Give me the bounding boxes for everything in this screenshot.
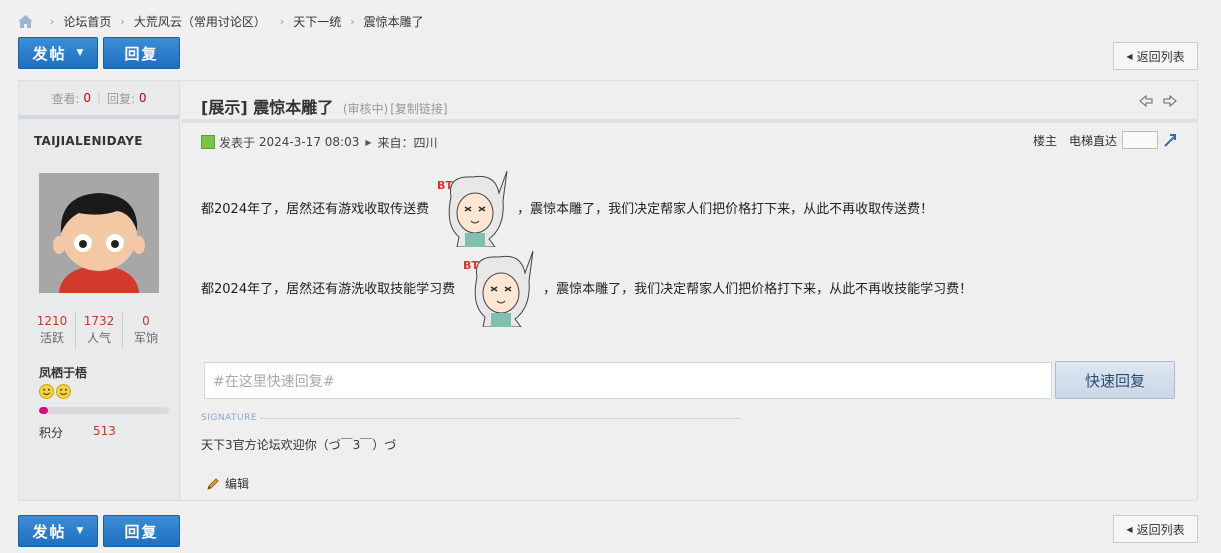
caret-down-icon: ▼: [76, 48, 84, 58]
chevron-right-icon: ›: [120, 14, 125, 28]
new-post-button[interactable]: 发帖 ▼: [18, 37, 98, 69]
avatar[interactable]: [39, 173, 159, 293]
replies-count: 0: [138, 91, 147, 105]
back-to-list-label: 返回列表: [1136, 522, 1185, 537]
quick-reply-input[interactable]: #在这里快速回复#: [204, 362, 1052, 399]
smiley-icon: [39, 384, 54, 399]
triangle-right-icon: ▶: [365, 137, 372, 147]
paragraph-text: ，震惊本雕了，我们决定帮家人们把价格打下来，从此不再收技能学习费！: [543, 281, 973, 297]
points-row: 积分 513: [39, 424, 116, 441]
prev-thread-icon[interactable]: [1139, 95, 1153, 107]
post-content: [展示] 震惊本雕了 (审核中) [复制链接] 发表于 2024-3-17 08:…: [181, 81, 1197, 500]
level-progress-bar: [39, 407, 169, 414]
post-paragraph: 都2024年了，居然还有游洗收取技能学习费 BTE ，震惊本雕了，我们决定帮家人…: [201, 247, 972, 327]
points-value: 513: [93, 424, 116, 438]
page: › 论坛首页 › 大荒风云（常用讨论区） › 天下一统 › 震惊本雕了 发帖 ▼ …: [0, 0, 1221, 553]
reply-label: 回复: [124, 44, 159, 63]
quick-reply-button[interactable]: 快速回复: [1055, 361, 1175, 399]
stat-active[interactable]: 1210 活跃: [29, 313, 76, 349]
chevron-right-icon: ›: [350, 14, 355, 28]
elevator-label: 电梯直达: [1068, 133, 1117, 148]
title-row: [展示] 震惊本雕了 (审核中) [复制链接]: [181, 81, 1197, 123]
paragraph-text: ，震惊本雕了，我们决定帮家人们把价格打下来，从此不再收取传送费！: [517, 201, 934, 217]
views-count: 0: [83, 91, 91, 105]
posted-label: 发表于: [219, 135, 256, 150]
breadcrumb-item-board[interactable]: 天下一统: [293, 13, 341, 30]
stat-value: 1210: [36, 314, 68, 328]
author-name[interactable]: TAIJIALENIDAYE: [34, 134, 143, 148]
thread-title-text: 震惊本雕了: [253, 98, 334, 117]
stat-label: 军饷: [133, 331, 158, 345]
stat-popularity[interactable]: 1732 人气: [76, 313, 123, 349]
signature-label-text: SIGNATURE: [201, 413, 258, 423]
new-post-label: 发帖: [32, 44, 67, 63]
floor-label: 楼主: [1032, 133, 1057, 148]
back-to-list-button[interactable]: ◀ 返回列表: [1113, 42, 1198, 70]
review-status: (审核中): [342, 102, 389, 116]
next-thread-icon[interactable]: [1163, 95, 1177, 107]
smiley-icon: [56, 384, 71, 399]
home-icon[interactable]: [18, 14, 33, 28]
replies-label: 回复:: [107, 91, 136, 106]
thread-title: [展示] 震惊本雕了 (审核中) [复制链接]: [201, 94, 448, 118]
thread-nav: [1139, 95, 1177, 107]
signature-label: SIGNATURE: [201, 413, 742, 423]
breadcrumb-item-forum[interactable]: 大荒风云（常用讨论区）: [134, 13, 266, 30]
quick-reply-label: 快速回复: [1084, 371, 1145, 390]
stat-value: 0: [142, 314, 150, 328]
points-label: 积分: [39, 426, 64, 440]
level-icons: [39, 384, 71, 399]
jump-arrow-icon[interactable]: [1163, 133, 1177, 147]
chevron-right-icon: ›: [50, 14, 55, 28]
user-group[interactable]: 凤栖于梧: [39, 364, 87, 381]
breadcrumb-item-home[interactable]: 论坛首页: [63, 13, 111, 30]
divider: [261, 417, 742, 419]
signature-text: 天下3官方论坛欢迎你（づ￣3￣）づ: [201, 438, 397, 452]
level-progress-fill: [39, 407, 49, 414]
new-post-label: 发帖: [32, 522, 67, 541]
stat-label: 活跃: [39, 331, 64, 345]
reply-button-bottom[interactable]: 回复: [103, 515, 180, 547]
stat-value: 1732: [83, 314, 115, 328]
reply-button[interactable]: 回复: [103, 37, 180, 69]
post-paragraph: 都2024年了，居然还有游戏收取传送费 BTE ，震惊本雕了，我们决定帮家人们把…: [201, 167, 933, 247]
quick-reply-placeholder: #在这里快速回复#: [213, 373, 335, 390]
floor-controls: 楼主 电梯直达: [1033, 131, 1177, 149]
new-post-button-bottom[interactable]: 发帖 ▼: [18, 515, 98, 547]
back-to-list-button-bottom[interactable]: ◀ 返回列表: [1113, 515, 1198, 543]
breadcrumb: › 论坛首页 › 大荒风云（常用讨论区） › 天下一统 › 震惊本雕了: [18, 12, 424, 30]
stat-label: 人气: [86, 331, 111, 345]
copy-link[interactable]: [复制链接]: [390, 102, 447, 116]
source-label: 来自：: [377, 135, 414, 150]
post-meta: 发表于 2024-3-17 08:03 ▶ 来自： 四川: [201, 133, 438, 151]
author-sidebar: 查看: 0 | 回复: 0 TAIJIALENIDAYE 1210 活跃 173…: [19, 81, 180, 500]
breadcrumb-item-thread[interactable]: 震惊本雕了: [364, 13, 424, 30]
triangle-left-icon: ◀: [1126, 51, 1133, 61]
thread-tag[interactable]: [展示]: [201, 98, 248, 117]
pencil-icon: [207, 477, 219, 490]
divider: |: [96, 91, 102, 105]
source-value: 四川: [413, 135, 438, 150]
edit-button[interactable]: 编辑: [206, 475, 249, 492]
reply-label: 回复: [124, 522, 159, 541]
paragraph-text: 都2024年了，居然还有游戏收取传送费: [201, 201, 430, 217]
caret-down-icon: ▼: [76, 526, 84, 536]
paragraph-text: 都2024年了，居然还有游洗收取技能学习费: [201, 281, 456, 297]
view-reply-stats: 查看: 0 | 回复: 0: [19, 81, 179, 119]
elevator-input[interactable]: [1122, 131, 1158, 149]
triangle-left-icon: ◀: [1126, 524, 1133, 534]
sticker-image: BTE: [437, 170, 508, 247]
sticker-image: BTE: [463, 250, 534, 327]
views-label: 查看:: [51, 91, 80, 106]
user-stats: 1210 活跃 1732 人气 0 军饷: [29, 313, 169, 349]
posted-time: 2024-3-17 08:03: [258, 135, 360, 149]
chevron-right-icon: ›: [279, 14, 285, 28]
online-status-icon: [201, 135, 215, 149]
back-to-list-label: 返回列表: [1136, 49, 1185, 64]
post-container: 查看: 0 | 回复: 0 TAIJIALENIDAYE 1210 活跃 173…: [18, 80, 1198, 501]
edit-label: 编辑: [225, 477, 250, 491]
stat-pay[interactable]: 0 军饷: [123, 313, 169, 349]
